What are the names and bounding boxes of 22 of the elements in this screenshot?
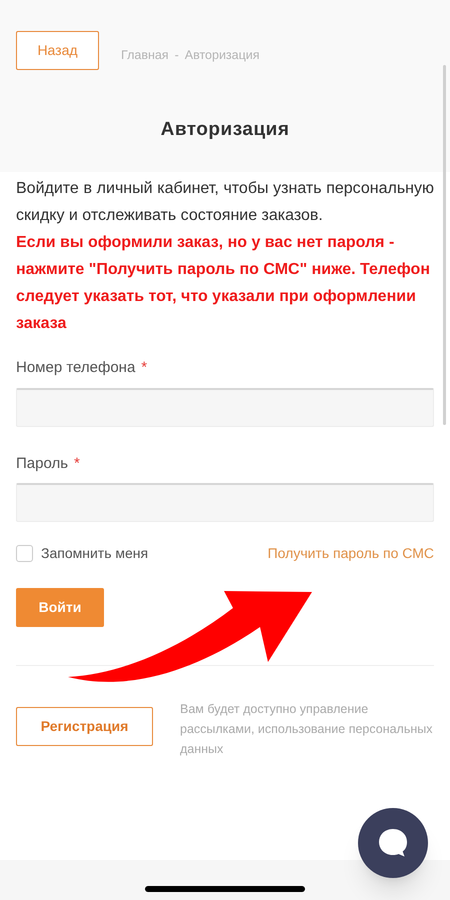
login-button[interactable]: Войти	[16, 588, 104, 627]
home-indicator[interactable]	[145, 886, 305, 892]
checkbox[interactable]	[16, 545, 33, 562]
breadcrumb-link[interactable]: Главная	[121, 46, 169, 65]
scrollbar[interactable]	[443, 65, 446, 425]
breadcrumb-link[interactable]: Авторизация	[184, 46, 260, 65]
field-label: Пароль	[16, 454, 68, 474]
sms-password-link[interactable]: Получить пароль по СМС	[268, 543, 434, 564]
input-field[interactable]	[16, 483, 434, 522]
input-field[interactable]	[16, 388, 434, 426]
register-button[interactable]: Регистрация	[16, 707, 153, 746]
checkbox-label: Запомнить меня	[41, 544, 148, 563]
intro-text: Войдите в личный кабинет, чтобы узнать персональную скидку и отслеживать состояние заказов.	[16, 179, 434, 226]
breadcrumb-separator: -	[174, 47, 179, 64]
page-title: Авторизация	[160, 118, 290, 142]
field-label: Номер телефона	[16, 358, 136, 378]
back-button[interactable]: Назад	[16, 31, 99, 70]
notice-text: Если вы оформили заказ, но у вас нет пароля - нажмите "Получить пароль по СМС" ниже. Телефон следует указать тот, что указали при оформлении заказа	[16, 233, 431, 334]
register-note: Вам будет доступно управление рассылками, использование персональных данных	[180, 701, 434, 758]
chat-bubble-icon	[377, 828, 409, 858]
required-mark: *	[74, 454, 80, 474]
required-mark: *	[141, 358, 148, 378]
